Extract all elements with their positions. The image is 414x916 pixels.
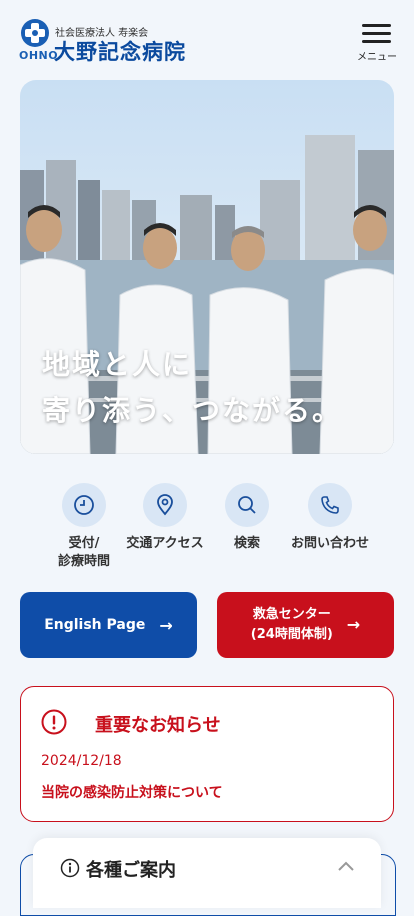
notice-title: 重要なお知らせ	[95, 715, 221, 736]
guide-title: 各種ご案内	[86, 860, 176, 881]
map-pin-icon	[143, 483, 187, 527]
menu-label: メニュー	[357, 52, 397, 63]
hero-line-1: 地域と人に	[42, 348, 193, 381]
guide-accordion[interactable]: 各種ご案内	[33, 838, 381, 908]
quick-link-label-contact: お問い合わせ	[290, 536, 369, 551]
alert-circle-icon	[41, 709, 67, 735]
quick-link-access[interactable]: 交通アクセス	[120, 483, 210, 553]
logo-english-text: OHNO	[19, 49, 59, 62]
quick-link-contact[interactable]: お問い合わせ	[285, 483, 375, 553]
quick-link-label-hours: 受付/ 診療時間	[57, 536, 110, 569]
emergency-label: 救急センター (24時間体制)	[251, 605, 333, 645]
quick-link-label: 受付/ 診療時間	[39, 535, 129, 571]
arrow-right-icon: →	[159, 615, 173, 635]
quick-link-search[interactable]: 検索	[202, 483, 292, 553]
notice-link[interactable]: 当院の感染防止対策について	[41, 782, 223, 802]
hospital-logo-icon[interactable]	[20, 18, 50, 48]
chevron-up-icon	[338, 861, 354, 871]
phone-icon	[308, 483, 352, 527]
menu-button[interactable]: メニュー	[354, 20, 400, 63]
hero-image: 地域と人に 寄り添う、つながる。	[20, 80, 394, 454]
quick-link-label-search: 検索	[233, 536, 260, 551]
info-icon	[60, 858, 80, 878]
hamburger-icon-bar	[362, 40, 391, 43]
quick-link-hours[interactable]: 受付/ 診療時間	[39, 483, 129, 571]
english-page-button[interactable]: English Page →	[20, 592, 197, 658]
hero-line-2: 寄り添う、つながる。	[42, 394, 343, 427]
quick-links: 受付/ 診療時間 交通アクセス 検索 お問い合わせ	[44, 483, 384, 573]
emergency-center-button[interactable]: 救急センター (24時間体制) →	[217, 592, 394, 658]
site-header: OHNO 社会医療法人 寿楽会 大野記念病院 メニュー	[0, 0, 414, 78]
notice-date: 2024/12/18	[41, 753, 122, 769]
hamburger-icon-bar	[362, 32, 391, 35]
emergency-label-line-1: 救急センター	[252, 607, 331, 622]
arrow-right-icon: →	[346, 615, 361, 634]
hamburger-icon	[362, 24, 391, 27]
hero-catchphrase: 地域と人に 寄り添う、つながる。	[42, 342, 342, 434]
quick-link-label-access: 交通アクセス	[126, 536, 204, 551]
important-notice-card: 重要なお知らせ 2024/12/18 当院の感染防止対策について	[20, 686, 394, 822]
search-icon	[225, 483, 269, 527]
clock-icon	[62, 483, 106, 527]
emergency-label-line-2: (24時間体制)	[250, 627, 333, 642]
english-page-label: English Page	[44, 617, 146, 633]
logo-title[interactable]: 大野記念病院	[54, 36, 186, 66]
